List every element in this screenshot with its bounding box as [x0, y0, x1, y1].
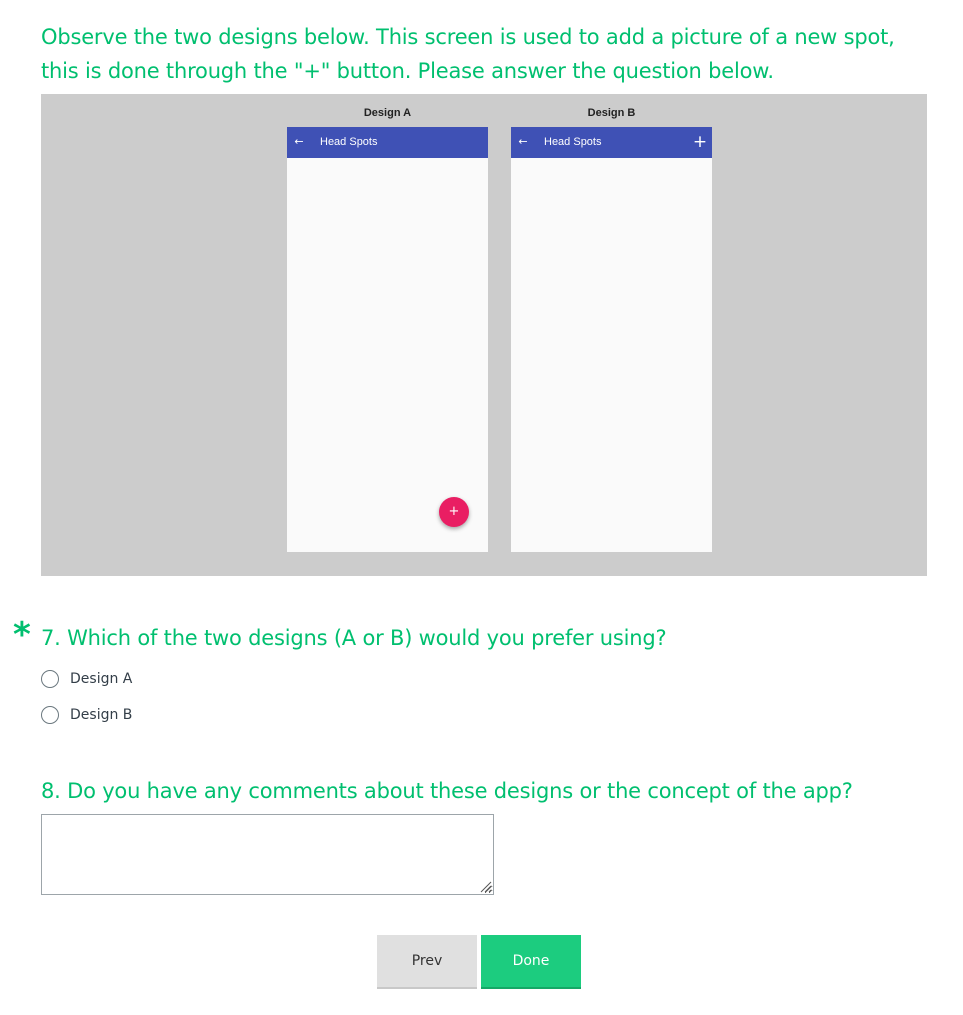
done-button[interactable]: Done: [481, 935, 581, 989]
back-arrow-icon: ←: [294, 135, 304, 148]
radio-design-a[interactable]: [41, 670, 59, 688]
design-a-title: Head Spots: [320, 136, 378, 148]
resize-handle-icon[interactable]: [478, 879, 492, 893]
option-design-b-label: Design B: [70, 707, 133, 723]
question-8-title: 8. Do you have any comments about these …: [41, 779, 853, 803]
prev-button[interactable]: Prev: [377, 935, 477, 989]
intro-line-2: this is done through the "+" button. Ple…: [41, 59, 774, 83]
intro-text: Observe the two designs below. This scre…: [41, 20, 941, 88]
survey-page: Observe the two designs below. This scre…: [0, 0, 963, 1015]
option-design-a-label: Design A: [70, 671, 133, 687]
required-asterisk: *: [13, 615, 31, 655]
option-design-b[interactable]: Design B: [41, 704, 132, 726]
intro-line-1: Observe the two designs below. This scre…: [41, 25, 895, 49]
design-b-mockup: ← Head Spots +: [511, 127, 712, 552]
option-design-a[interactable]: Design A: [41, 668, 132, 690]
add-fab-icon: +: [439, 497, 469, 527]
design-a-label: Design A: [363, 107, 412, 119]
designs-image: Design A ← Head Spots + Design B ← Head …: [41, 94, 927, 576]
comments-textarea[interactable]: [41, 814, 494, 895]
design-b-title: Head Spots: [544, 136, 602, 148]
design-b-label: Design B: [587, 107, 636, 119]
design-b-appbar: ← Head Spots +: [511, 127, 712, 158]
question-7-title: 7. Which of the two designs (A or B) wou…: [41, 626, 667, 650]
design-a-appbar: ← Head Spots: [287, 127, 488, 158]
back-arrow-icon: ←: [518, 135, 528, 148]
radio-design-b[interactable]: [41, 706, 59, 724]
add-plus-icon: +: [692, 132, 708, 152]
design-a-mockup: ← Head Spots +: [287, 127, 488, 552]
